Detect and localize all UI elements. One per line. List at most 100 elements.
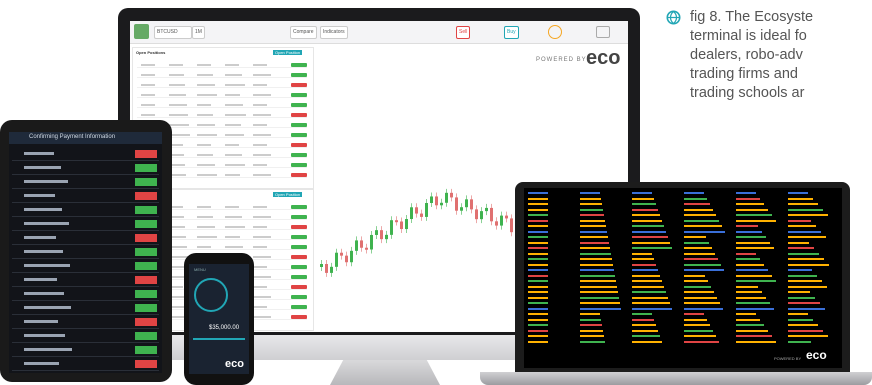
tablet-row[interactable] [12,162,159,175]
position-row[interactable] [137,72,307,78]
close-position-button[interactable] [291,215,307,219]
terminal-cell [528,258,548,260]
tablet-row-text [24,180,68,183]
tablet-row[interactable] [12,204,159,217]
balance-value: $35,000.00 [209,325,240,331]
terminal-cell [580,203,602,205]
terminal-cell [684,247,712,249]
terminal-cell [736,340,776,343]
tablet-row[interactable] [12,148,159,161]
terminal-row [528,236,838,239]
terminal-cell [684,280,708,282]
close-position-button[interactable] [291,295,307,299]
cell-text [253,246,267,248]
tablet-row[interactable] [12,330,159,343]
terminal-cell [528,219,548,222]
tablet-row-badge [135,150,157,158]
tablet-row[interactable] [12,302,159,315]
compare-button[interactable]: Compare [290,26,317,39]
close-position-button[interactable] [291,113,307,117]
phone-menu[interactable]: MENU [194,267,206,272]
cell-text [253,154,271,156]
position-row[interactable] [137,62,307,68]
close-position-button[interactable] [291,245,307,249]
close-position-button[interactable] [291,103,307,107]
tablet-row[interactable] [12,190,159,203]
terminal-cell [580,197,601,200]
buy-button[interactable]: Buy [504,26,519,39]
terminal-cell [528,307,548,310]
tablet-row-text [24,306,71,309]
close-position-button[interactable] [291,123,307,127]
tablet-row[interactable] [12,232,159,245]
tablet-row-badge [135,262,157,270]
terminal-cell [684,313,704,315]
monitor-stand [330,360,440,385]
position-row[interactable] [137,82,307,88]
close-position-button[interactable] [291,225,307,229]
cell-text [225,246,243,248]
terminal-cell [788,324,818,326]
close-position-button[interactable] [291,275,307,279]
close-position-button[interactable] [291,305,307,309]
terminal-cell [528,280,548,282]
terminal-cell [684,335,716,337]
sell-button[interactable]: Sell [456,26,471,39]
terminal-cell [632,285,664,288]
terminal-cell [528,263,548,266]
terminal-cell [788,241,809,244]
cell-text [197,226,215,228]
cell-text [253,256,271,258]
cell-text [253,266,267,268]
tablet-row[interactable] [12,246,159,259]
tablet-row[interactable] [12,288,159,301]
position-row[interactable] [137,102,307,108]
terminal-row [528,197,838,201]
close-position-button[interactable] [291,173,307,177]
cell-text [197,144,211,146]
position-row[interactable] [137,92,307,98]
tablet-row[interactable] [12,260,159,273]
terminal-row [528,247,838,250]
tablet-row[interactable] [12,344,159,357]
close-position-button[interactable] [291,285,307,289]
close-position-button[interactable] [291,163,307,167]
cell-text [253,104,267,106]
open-position-button-2[interactable]: Open Position [273,192,303,197]
close-position-button[interactable] [291,205,307,209]
close-position-button[interactable] [291,133,307,137]
close-position-button[interactable] [291,73,307,77]
close-position-button[interactable] [291,83,307,87]
user-avatar[interactable] [134,24,149,39]
tablet-row[interactable] [12,274,159,287]
globe-icon [666,10,681,25]
terminal-cell [580,258,612,260]
close-position-button[interactable] [291,93,307,97]
cell-text [169,84,185,86]
terminal-cell [788,280,822,282]
close-position-button[interactable] [291,153,307,157]
interval-select[interactable]: 1M [192,26,205,39]
terminal-cell [684,241,709,244]
close-position-button[interactable] [291,315,307,319]
tablet-row[interactable] [12,218,159,231]
close-position-button[interactable] [291,265,307,269]
symbol-select[interactable]: BTCUSD [154,26,192,39]
tablet-row[interactable] [12,316,159,329]
terminal-cell [528,252,548,255]
indicators-button[interactable]: Indicators [320,26,348,39]
terminal-cell [736,307,774,310]
close-position-button[interactable] [291,235,307,239]
settings-icon[interactable] [596,26,610,38]
tablet-row[interactable] [12,358,159,371]
clock-icon[interactable] [548,25,562,39]
cell-text [253,164,267,166]
close-position-button[interactable] [291,255,307,259]
tablet-row[interactable] [12,176,159,189]
terminal-row [528,296,838,300]
open-position-button[interactable]: Open Position [273,50,303,55]
close-position-button[interactable] [291,63,307,67]
close-position-button[interactable] [291,143,307,147]
tablet-row-text [24,152,54,155]
position-row[interactable] [137,112,307,118]
